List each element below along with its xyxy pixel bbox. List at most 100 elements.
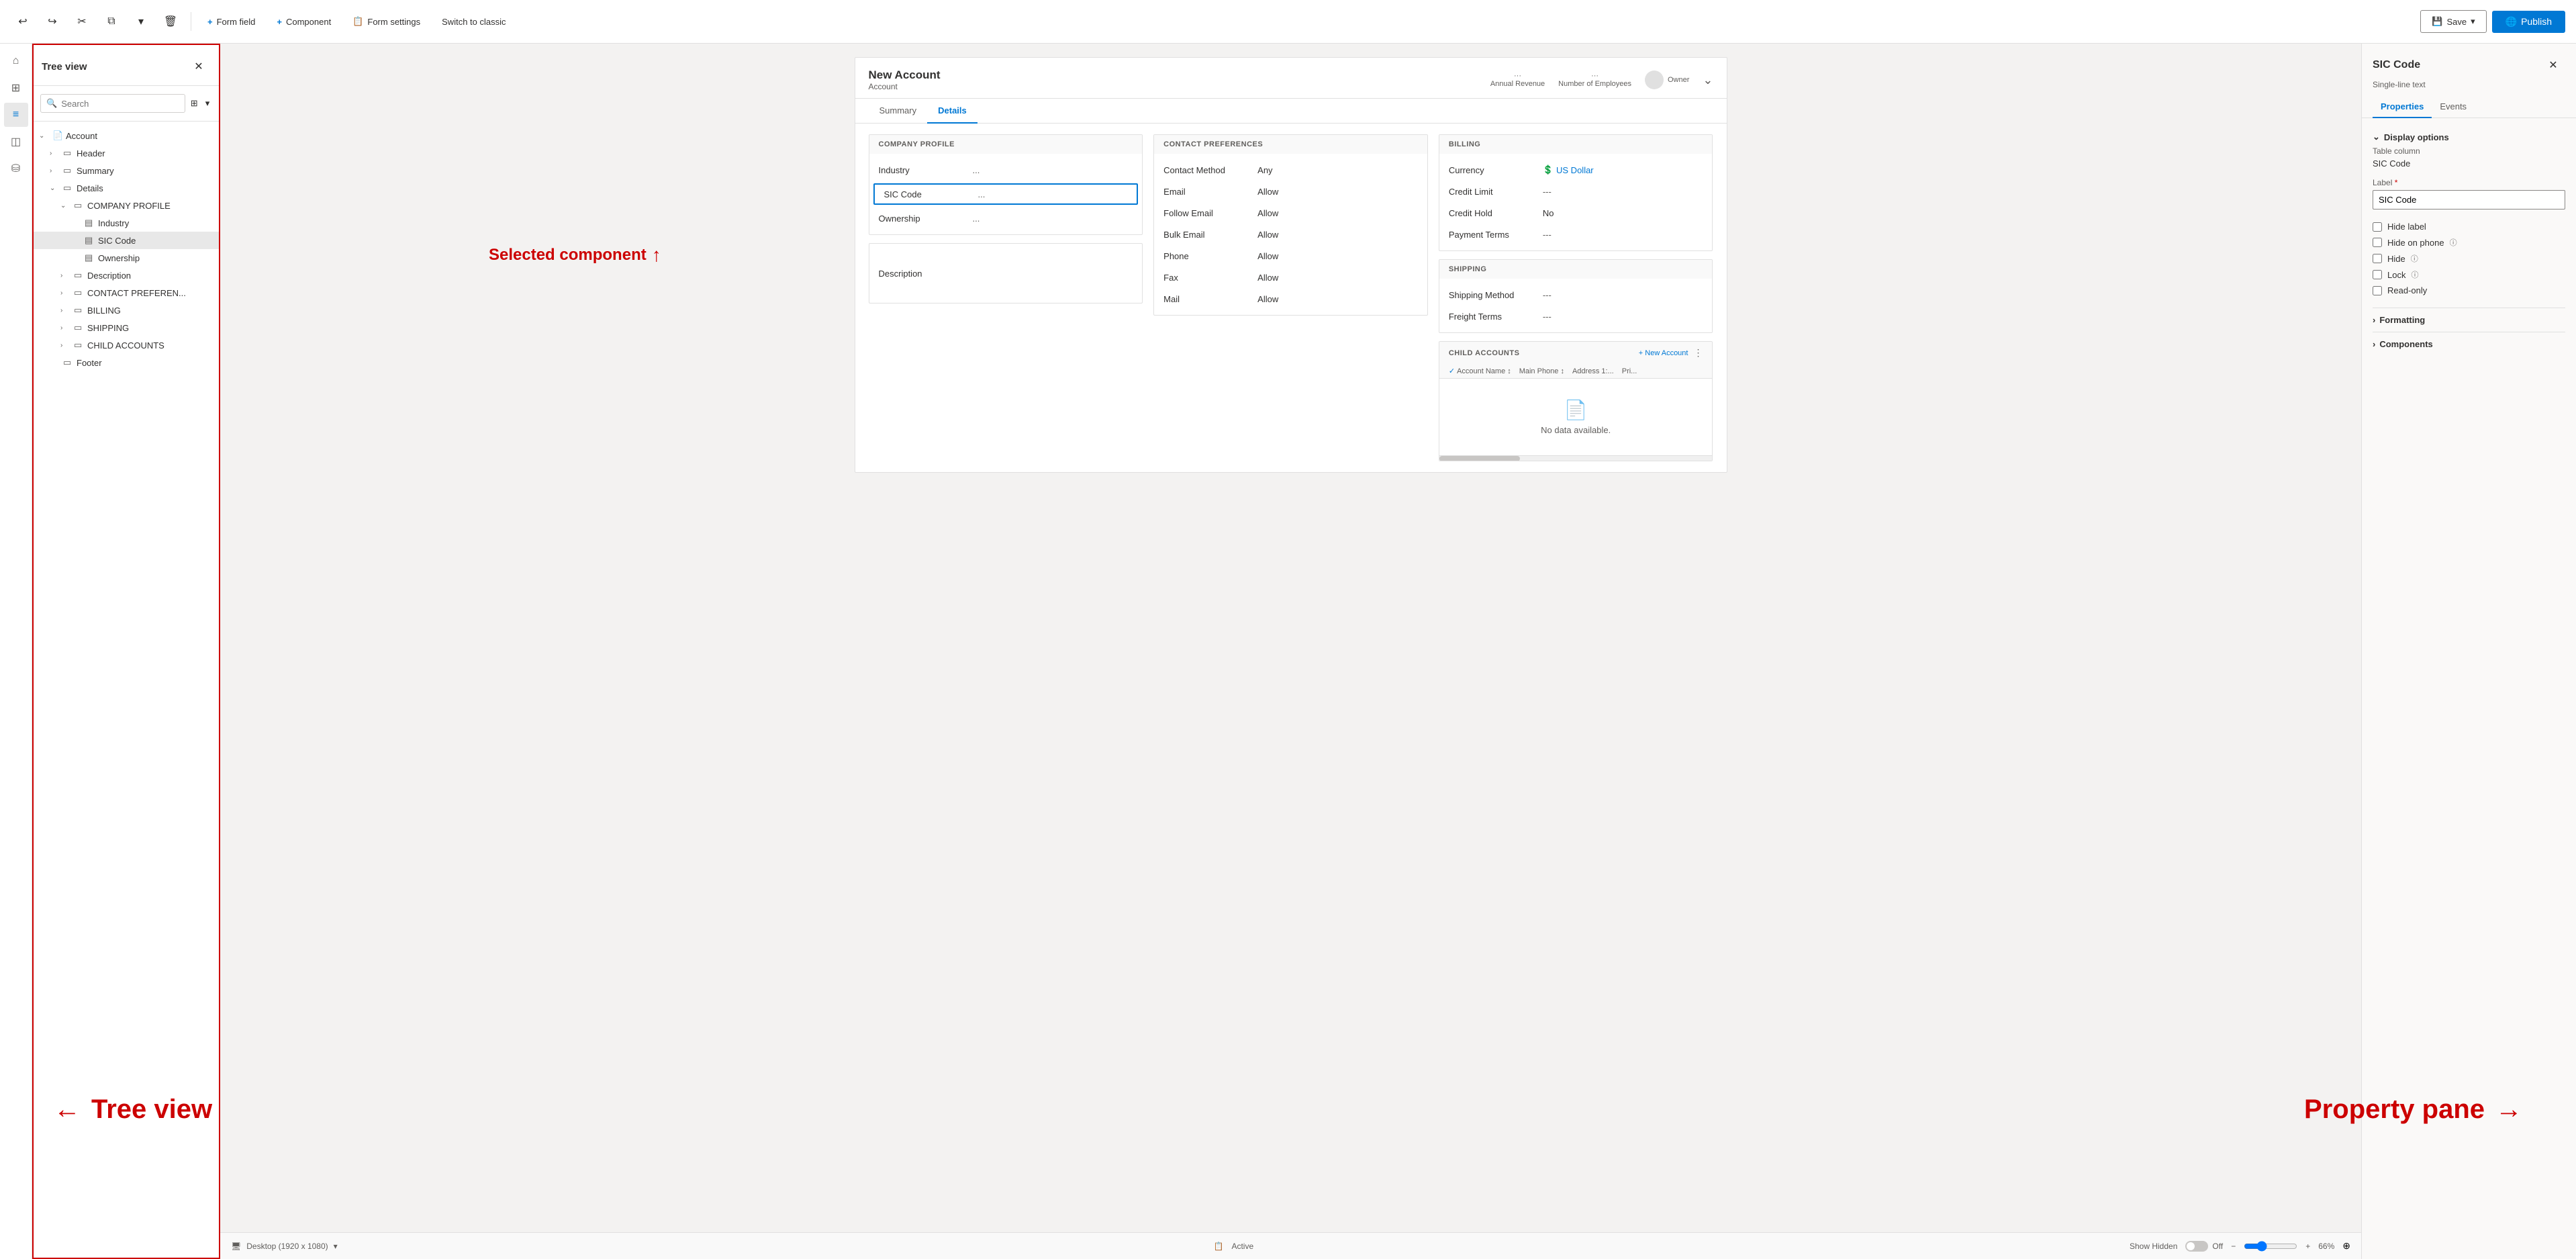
form-settings-button[interactable]: 📋 Form settings <box>344 12 428 31</box>
field-row-currency[interactable]: Currency 💲 US Dollar <box>1439 159 1713 181</box>
icon-bar-layers[interactable]: ≡ <box>4 103 28 127</box>
delete-button[interactable]: 🗑 <box>158 9 183 34</box>
plus-zoom[interactable]: + <box>2305 1242 2310 1251</box>
icon-bar-components[interactable]: ◫ <box>4 130 28 154</box>
field-name-ownership: Ownership <box>879 214 973 224</box>
components-section-header[interactable]: › Components <box>2373 332 2565 353</box>
section-icon: ▭ <box>63 148 74 158</box>
tree-dropdown-button[interactable]: ▾ <box>203 91 212 115</box>
tab-summary[interactable]: Summary <box>869 99 928 124</box>
tab-properties[interactable]: Properties <box>2373 96 2432 118</box>
tree-item-header[interactable]: › ▭ Header <box>34 144 219 162</box>
table-column-row: Table column SIC Code <box>2373 146 2565 169</box>
hide-row[interactable]: Hide ⓘ <box>2373 250 2565 267</box>
icon-bar-data[interactable]: ⛁ <box>4 156 28 181</box>
read-only-checkbox[interactable] <box>2373 286 2382 295</box>
field-row-ownership[interactable]: Ownership ... <box>869 207 1143 229</box>
hide-phone-row[interactable]: Hide on phone ⓘ <box>2373 234 2565 250</box>
field-row-payment-terms[interactable]: Payment Terms --- <box>1439 224 1713 245</box>
fit-screen-button[interactable]: ⊕ <box>2342 1240 2350 1252</box>
field-row-description[interactable]: Description <box>869 249 1143 297</box>
tree-item-child-accounts[interactable]: › ▭ CHILD ACCOUNTS <box>34 336 219 354</box>
field-row-follow-email[interactable]: Follow Email Allow <box>1154 202 1427 224</box>
property-pane-close-button[interactable]: ✕ <box>2541 53 2565 77</box>
hide-label-row[interactable]: Hide label <box>2373 219 2565 234</box>
tree-item-footer[interactable]: › ▭ Footer <box>34 354 219 371</box>
dropdown-button[interactable]: ▾ <box>129 9 153 34</box>
tree-item-details[interactable]: ⌄ ▭ Details <box>34 179 219 197</box>
zoom-slider[interactable] <box>2244 1241 2297 1252</box>
form-header-expand-button[interactable]: ⌄ <box>1703 73 1713 87</box>
field-row-industry[interactable]: Industry ... <box>869 159 1143 181</box>
field-row-phone[interactable]: Phone Allow <box>1154 245 1427 267</box>
tree-item-description[interactable]: › ▭ Description <box>34 267 219 284</box>
redo-button[interactable]: ↪ <box>40 9 64 34</box>
field-row-freight-terms[interactable]: Freight Terms --- <box>1439 306 1713 327</box>
display-options-section-header[interactable]: ⌄ Display options <box>2373 126 2565 146</box>
tree-item-summary[interactable]: › ▭ Summary <box>34 162 219 179</box>
property-content: ⌄ Display options Table column SIC Code … <box>2362 118 2576 1259</box>
field-row-bulk-email[interactable]: Bulk Email Allow <box>1154 224 1427 245</box>
page-icon: 📄 <box>52 130 63 141</box>
tree-close-button[interactable]: ✕ <box>187 54 211 79</box>
hide-phone-checkbox[interactable] <box>2373 238 2382 247</box>
icon-bar-grid[interactable]: ⊞ <box>4 76 28 100</box>
undo-button[interactable]: ↩ <box>11 9 35 34</box>
tree-item-shipping[interactable]: › ▭ SHIPPING <box>34 319 219 336</box>
tree-content: ⌄ 📄 Account › ▭ Header › ▭ Summary ⌄ ▭ D… <box>34 122 219 1258</box>
tree-filter-button[interactable]: ⊞ <box>189 91 199 115</box>
tree-item-industry[interactable]: › ▤ Industry <box>34 214 219 232</box>
save-button-top[interactable]: 💾 Save ▾ <box>2420 10 2486 33</box>
table-column-value: SIC Code <box>2373 158 2565 169</box>
child-accounts-scrollbar[interactable] <box>1439 455 1713 461</box>
add-form-field-button[interactable]: + Form field <box>199 13 263 31</box>
middle-column: CONTACT PREFERENCES Contact Method Any E… <box>1153 134 1428 461</box>
tree-item-contact-prefs[interactable]: › ▭ CONTACT PREFEREN... <box>34 284 219 301</box>
publish-icon: 🌐 <box>2506 16 2517 28</box>
label-input[interactable] <box>2373 190 2565 209</box>
tree-item-sic-code[interactable]: › ▤ SIC Code <box>34 232 219 249</box>
formatting-section-header[interactable]: › Formatting <box>2373 308 2565 329</box>
new-account-button[interactable]: + New Account <box>1639 349 1688 357</box>
tree-search-wrapper: 🔍 <box>40 94 185 113</box>
form-canvas: New Account Account ··· Annual Revenue ·… <box>855 57 1727 473</box>
publish-button[interactable]: 🌐 Publish <box>2492 11 2565 33</box>
add-component-button[interactable]: + Component <box>269 13 339 31</box>
tree-item-ownership[interactable]: › ▤ Ownership <box>34 249 219 267</box>
read-only-row[interactable]: Read-only <box>2373 283 2565 298</box>
field-value-currency: 💲 US Dollar <box>1543 165 1594 175</box>
field-row-email[interactable]: Email Allow <box>1154 181 1427 202</box>
field-row-mail[interactable]: Mail Allow <box>1154 288 1427 310</box>
field-name-credit-limit: Credit Limit <box>1449 187 1543 197</box>
field-row-sic-code[interactable]: SIC Code ... <box>873 183 1139 205</box>
cut-button[interactable]: ✂ <box>70 9 94 34</box>
field-row-shipping-method[interactable]: Shipping Method --- <box>1439 284 1713 306</box>
child-accounts-more-button[interactable]: ⋮ <box>1693 347 1703 359</box>
toolbar: ↩ ↪ ✂ ⧉ ▾ 🗑 + Form field + Component 📋 F… <box>0 0 2576 44</box>
tree-search-input[interactable] <box>61 99 179 109</box>
right-column: BILLING Currency 💲 US Dollar <box>1439 134 1713 461</box>
hide-label-checkbox[interactable] <box>2373 222 2382 232</box>
tree-item-account[interactable]: ⌄ 📄 Account <box>34 127 219 144</box>
field-row-fax[interactable]: Fax Allow <box>1154 267 1427 288</box>
switch-classic-button[interactable]: Switch to classic <box>434 13 514 31</box>
tab-details[interactable]: Details <box>927 99 977 124</box>
toggle-area[interactable]: Off <box>2185 1241 2223 1252</box>
icon-bar-home[interactable]: ⌂ <box>4 49 28 73</box>
copy-button[interactable]: ⧉ <box>99 9 124 34</box>
tree-item-company-profile[interactable]: ⌄ ▭ COMPANY PROFILE <box>34 197 219 214</box>
hide-checkbox[interactable] <box>2373 254 2382 263</box>
lock-row[interactable]: Lock ⓘ <box>2373 267 2565 283</box>
tree-item-label: Summary <box>77 166 213 176</box>
switch-classic-label: Switch to classic <box>442 17 506 27</box>
tab-events[interactable]: Events <box>2432 96 2475 118</box>
toggle-thumb <box>2187 1242 2195 1250</box>
tree-item-label: SHIPPING <box>87 323 213 333</box>
field-row-credit-hold[interactable]: Credit Hold No <box>1439 202 1713 224</box>
minus-zoom[interactable]: − <box>2231 1242 2236 1251</box>
lock-checkbox[interactable] <box>2373 270 2382 279</box>
field-name-sic-code: SIC Code <box>884 189 978 199</box>
tree-item-billing[interactable]: › ▭ BILLING <box>34 301 219 319</box>
field-row-credit-limit[interactable]: Credit Limit --- <box>1439 181 1713 202</box>
field-row-contact-method[interactable]: Contact Method Any <box>1154 159 1427 181</box>
